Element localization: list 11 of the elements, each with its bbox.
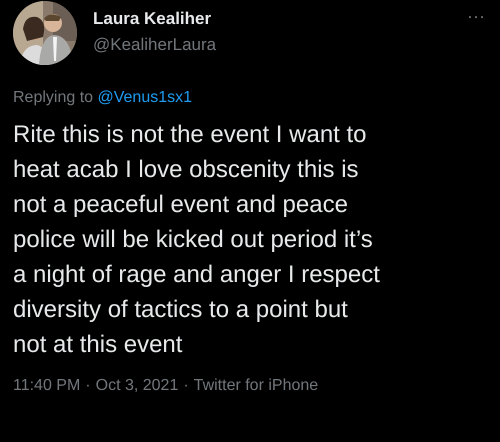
author-name[interactable]: Laura Kealiher [93,8,216,30]
replying-to-label: Replying to [13,89,94,106]
separator-dot: · [183,376,189,396]
separator-dot: · [85,376,91,396]
tweet-source[interactable]: Twitter for iPhone [194,375,318,397]
tweet-text: Rite this is not the event I want to heat acab I love obscenity this is not a peaceful event and peace police will be kicked out period it’s a night of rage and anger I respect diversity of tactics to a point but not at this event [13,120,381,360]
more-menu-button[interactable]: ··· [467,7,485,25]
mention-link[interactable]: @Venus1sx1 [98,89,192,106]
author-handle[interactable]: @KealiherLaura [93,34,216,56]
tweet-date[interactable]: Oct 3, 2021 [96,375,178,397]
tweet-time[interactable]: 11:40 PM [13,375,80,397]
